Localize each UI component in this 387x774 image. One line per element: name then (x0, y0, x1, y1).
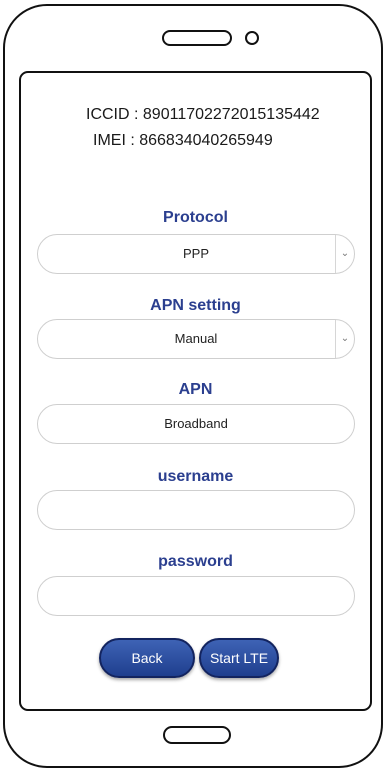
imei-row: IMEI : 866834040265949 (93, 132, 273, 150)
apn-label: APN (178, 381, 213, 398)
iccid-value: 89011702272015135442 (142, 106, 320, 123)
imei-label: IMEI : (93, 132, 135, 149)
password-label: password (158, 553, 233, 570)
iccid-row: ICCID : 89011702272015135442 (86, 106, 320, 124)
password-input[interactable] (37, 576, 355, 616)
apn-setting-select[interactable]: Manual ⌄ (37, 319, 355, 359)
protocol-value: PPP (182, 246, 209, 261)
chevron-down-icon: ⌄ (335, 235, 354, 273)
back-button[interactable]: Back (99, 638, 195, 678)
username-input[interactable] (37, 490, 355, 530)
apn-setting-value: Manual (174, 331, 218, 346)
iccid-label: ICCID : (86, 106, 139, 123)
imei-value: 866834040265949 (139, 132, 273, 149)
apn-value: Broadband (164, 416, 228, 431)
camera-icon (245, 31, 259, 45)
chevron-down-icon: ⌄ (335, 320, 354, 358)
speaker-icon (162, 30, 232, 46)
home-button[interactable] (163, 726, 231, 744)
protocol-label: Protocol (163, 209, 228, 226)
username-label: username (157, 468, 234, 485)
start-lte-button[interactable]: Start LTE (199, 638, 279, 678)
apn-input[interactable]: Broadband (37, 404, 355, 444)
protocol-select[interactable]: PPP ⌄ (37, 234, 355, 274)
apn-setting-label: APN setting (150, 297, 241, 314)
